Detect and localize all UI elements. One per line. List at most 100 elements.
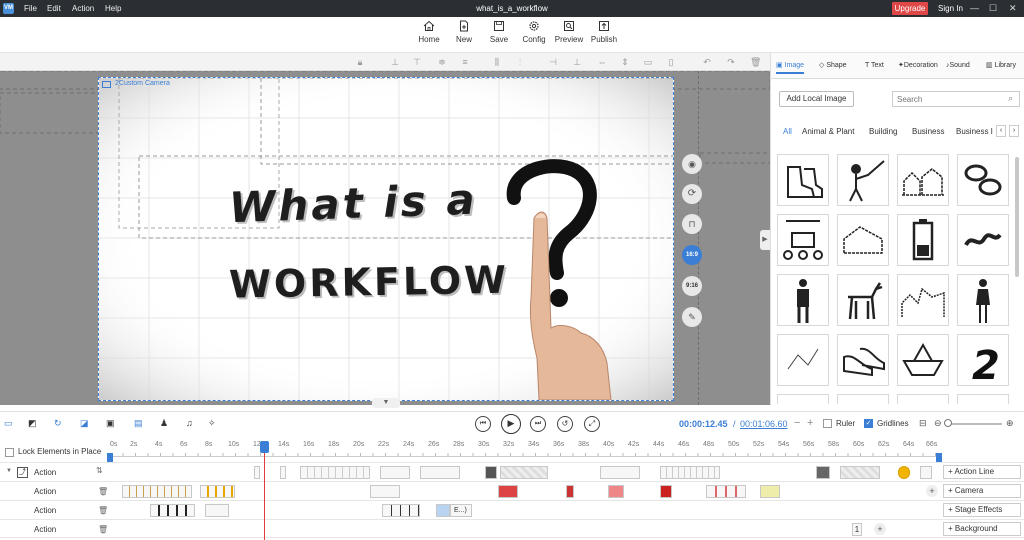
timeline-clip[interactable] (608, 485, 624, 498)
zoom-out-icon[interactable]: ⊖ (934, 418, 942, 429)
person-icon[interactable]: ♟ (160, 418, 168, 429)
fit-width-icon[interactable]: ⊟ (919, 418, 927, 429)
menu-file[interactable]: File (24, 0, 37, 17)
snapshot-camera-icon[interactable]: ◉ (682, 154, 702, 174)
gridlines-checkbox[interactable]: ✓ (864, 419, 873, 428)
undo-icon[interactable]: ↶ (702, 57, 712, 67)
timeline-clip[interactable] (816, 466, 830, 479)
reorder-icon[interactable]: ⇅ (96, 466, 103, 475)
timeline-clip[interactable] (898, 466, 910, 479)
microphone-icon[interactable]: ♫ (186, 418, 193, 428)
menu-help[interactable]: Help (105, 0, 121, 17)
add-stage-effects-button[interactable]: + Stage Effects (943, 503, 1021, 517)
image-thumbnail-conveyor[interactable] (777, 214, 829, 266)
timeline-clip-group[interactable] (122, 485, 192, 498)
search-input[interactable] (892, 91, 1020, 107)
timeline-clip[interactable] (485, 466, 497, 479)
align-bottom-icon[interactable]: ⊥ (572, 57, 582, 67)
align-center-icon[interactable]: ≑ (437, 57, 447, 67)
new-button[interactable]: New (448, 20, 480, 44)
rotate-tool-icon[interactable]: ↻ (54, 418, 62, 429)
align-top-icon[interactable]: ⊤ (412, 57, 422, 67)
timeline-clip[interactable] (500, 466, 548, 479)
image-thumbnail-squiggle[interactable] (957, 214, 1009, 266)
playhead-handle[interactable] (260, 441, 269, 453)
camera-tool-icon[interactable]: ▭ (4, 418, 13, 429)
timeline-clip[interactable] (498, 485, 518, 498)
image-thumbnail-village[interactable] (897, 274, 949, 326)
minus-icon[interactable]: − (794, 417, 800, 429)
same-height-icon[interactable]: ▯ (666, 57, 676, 67)
fullscreen-icon[interactable]: ⤢ (584, 416, 600, 432)
tab-library[interactable]: ▥ Library (986, 58, 1016, 74)
resize-tool-icon[interactable]: ◩ (28, 418, 37, 429)
add-background-button[interactable]: + Background (943, 522, 1021, 536)
timeline-clip-group[interactable] (200, 485, 235, 498)
trash-icon[interactable]: 🗑︎ (98, 506, 108, 515)
preview-button[interactable]: Preview (553, 20, 585, 44)
trash-icon[interactable]: 🗑︎ (98, 525, 108, 534)
image-thumbnail-shoes[interactable] (837, 334, 889, 386)
category-all[interactable]: All (783, 127, 792, 136)
lock-icon[interactable]: 🔒︎ (355, 57, 365, 67)
upgrade-button[interactable]: Upgrade (892, 2, 928, 15)
timeline-clip-group[interactable] (300, 466, 370, 479)
category-building[interactable]: Building (869, 127, 897, 136)
add-keyframe-icon[interactable]: + (926, 485, 938, 497)
config-button[interactable]: Config (518, 20, 550, 44)
image-thumbnail-woman[interactable] (957, 274, 1009, 326)
timeline-clip-label[interactable]: E...) (450, 504, 472, 517)
image-thumbnail[interactable] (957, 394, 1009, 404)
tab-text[interactable]: T Text (865, 58, 884, 74)
tab-decoration[interactable]: ✦Decoration (898, 58, 938, 74)
add-background-icon[interactable]: + (874, 523, 886, 535)
skip-back-icon[interactable]: ⏮ (475, 416, 491, 432)
publish-button[interactable]: Publish (588, 20, 620, 44)
play-icon[interactable]: ▶ (501, 414, 521, 434)
category-next-icon[interactable]: › (1009, 125, 1019, 137)
maximize-icon[interactable]: ☐ (989, 0, 997, 17)
zoom-slider-handle[interactable] (944, 419, 952, 427)
effects-icon[interactable]: ✧ (208, 418, 216, 429)
plus-icon[interactable]: + (807, 417, 813, 429)
trash-icon[interactable]: 🗑︎ (98, 487, 108, 496)
tab-sound[interactable]: ♪Sound (946, 58, 970, 74)
minimize-icon[interactable]: — (970, 0, 979, 17)
add-action-line-button[interactable]: + Action Line (943, 465, 1021, 479)
timeline-clip[interactable] (566, 485, 574, 498)
distribute-h-icon[interactable]: ⫼ (492, 57, 502, 67)
timeline-clip[interactable] (840, 466, 880, 479)
time-ruler[interactable]: 0s 2s 4s 6s 8s 10s 12s 14s 16s 18s 20s 2… (107, 441, 942, 463)
expand-timeline-icon[interactable]: ▼ (372, 398, 400, 408)
category-business[interactable]: Business (912, 127, 944, 136)
aspect-9-16-button[interactable]: 9:16 (682, 276, 702, 296)
timeline-clip-group[interactable] (382, 504, 420, 517)
category-animal-plant[interactable]: Animal & Plant (802, 127, 854, 136)
zoom-in-icon[interactable]: ⊕ (1006, 418, 1014, 429)
zoom-slider[interactable] (946, 423, 1002, 425)
timeline-clip[interactable] (760, 485, 780, 498)
unlock-icon[interactable]: ⊓ (682, 214, 702, 234)
image-thumbnail-man[interactable] (777, 274, 829, 326)
image-thumbnail-houses[interactable] (897, 154, 949, 206)
image-thumbnail-number-two[interactable]: 2 (957, 334, 1009, 389)
edit-tool-icon[interactable]: ◪ (80, 418, 89, 429)
skip-forward-icon[interactable]: ⏭ (530, 416, 546, 432)
timeline-clip[interactable] (600, 466, 640, 479)
image-thumbnail-paper-boat[interactable] (897, 334, 949, 386)
text-tool-icon[interactable]: ▣ (106, 418, 115, 429)
timeline-clip-group[interactable] (150, 504, 195, 517)
panel-scrollbar[interactable] (1015, 157, 1019, 277)
image-thumbnail[interactable] (837, 394, 889, 404)
timeline-clip[interactable] (254, 466, 260, 479)
category-prev-icon[interactable]: ‹ (996, 125, 1006, 137)
menu-action[interactable]: Action (72, 0, 94, 17)
sign-in-link[interactable]: Sign In (938, 0, 963, 17)
question-hand-illustration[interactable] (499, 158, 639, 400)
timeline-clip[interactable] (370, 485, 400, 498)
timeline-clip[interactable] (380, 466, 410, 479)
pen-tool-icon[interactable]: ▤ (134, 418, 143, 429)
image-thumbnail-chain[interactable] (957, 154, 1009, 206)
image-thumbnail[interactable] (777, 394, 829, 404)
image-thumbnail-battery[interactable] (897, 214, 949, 266)
